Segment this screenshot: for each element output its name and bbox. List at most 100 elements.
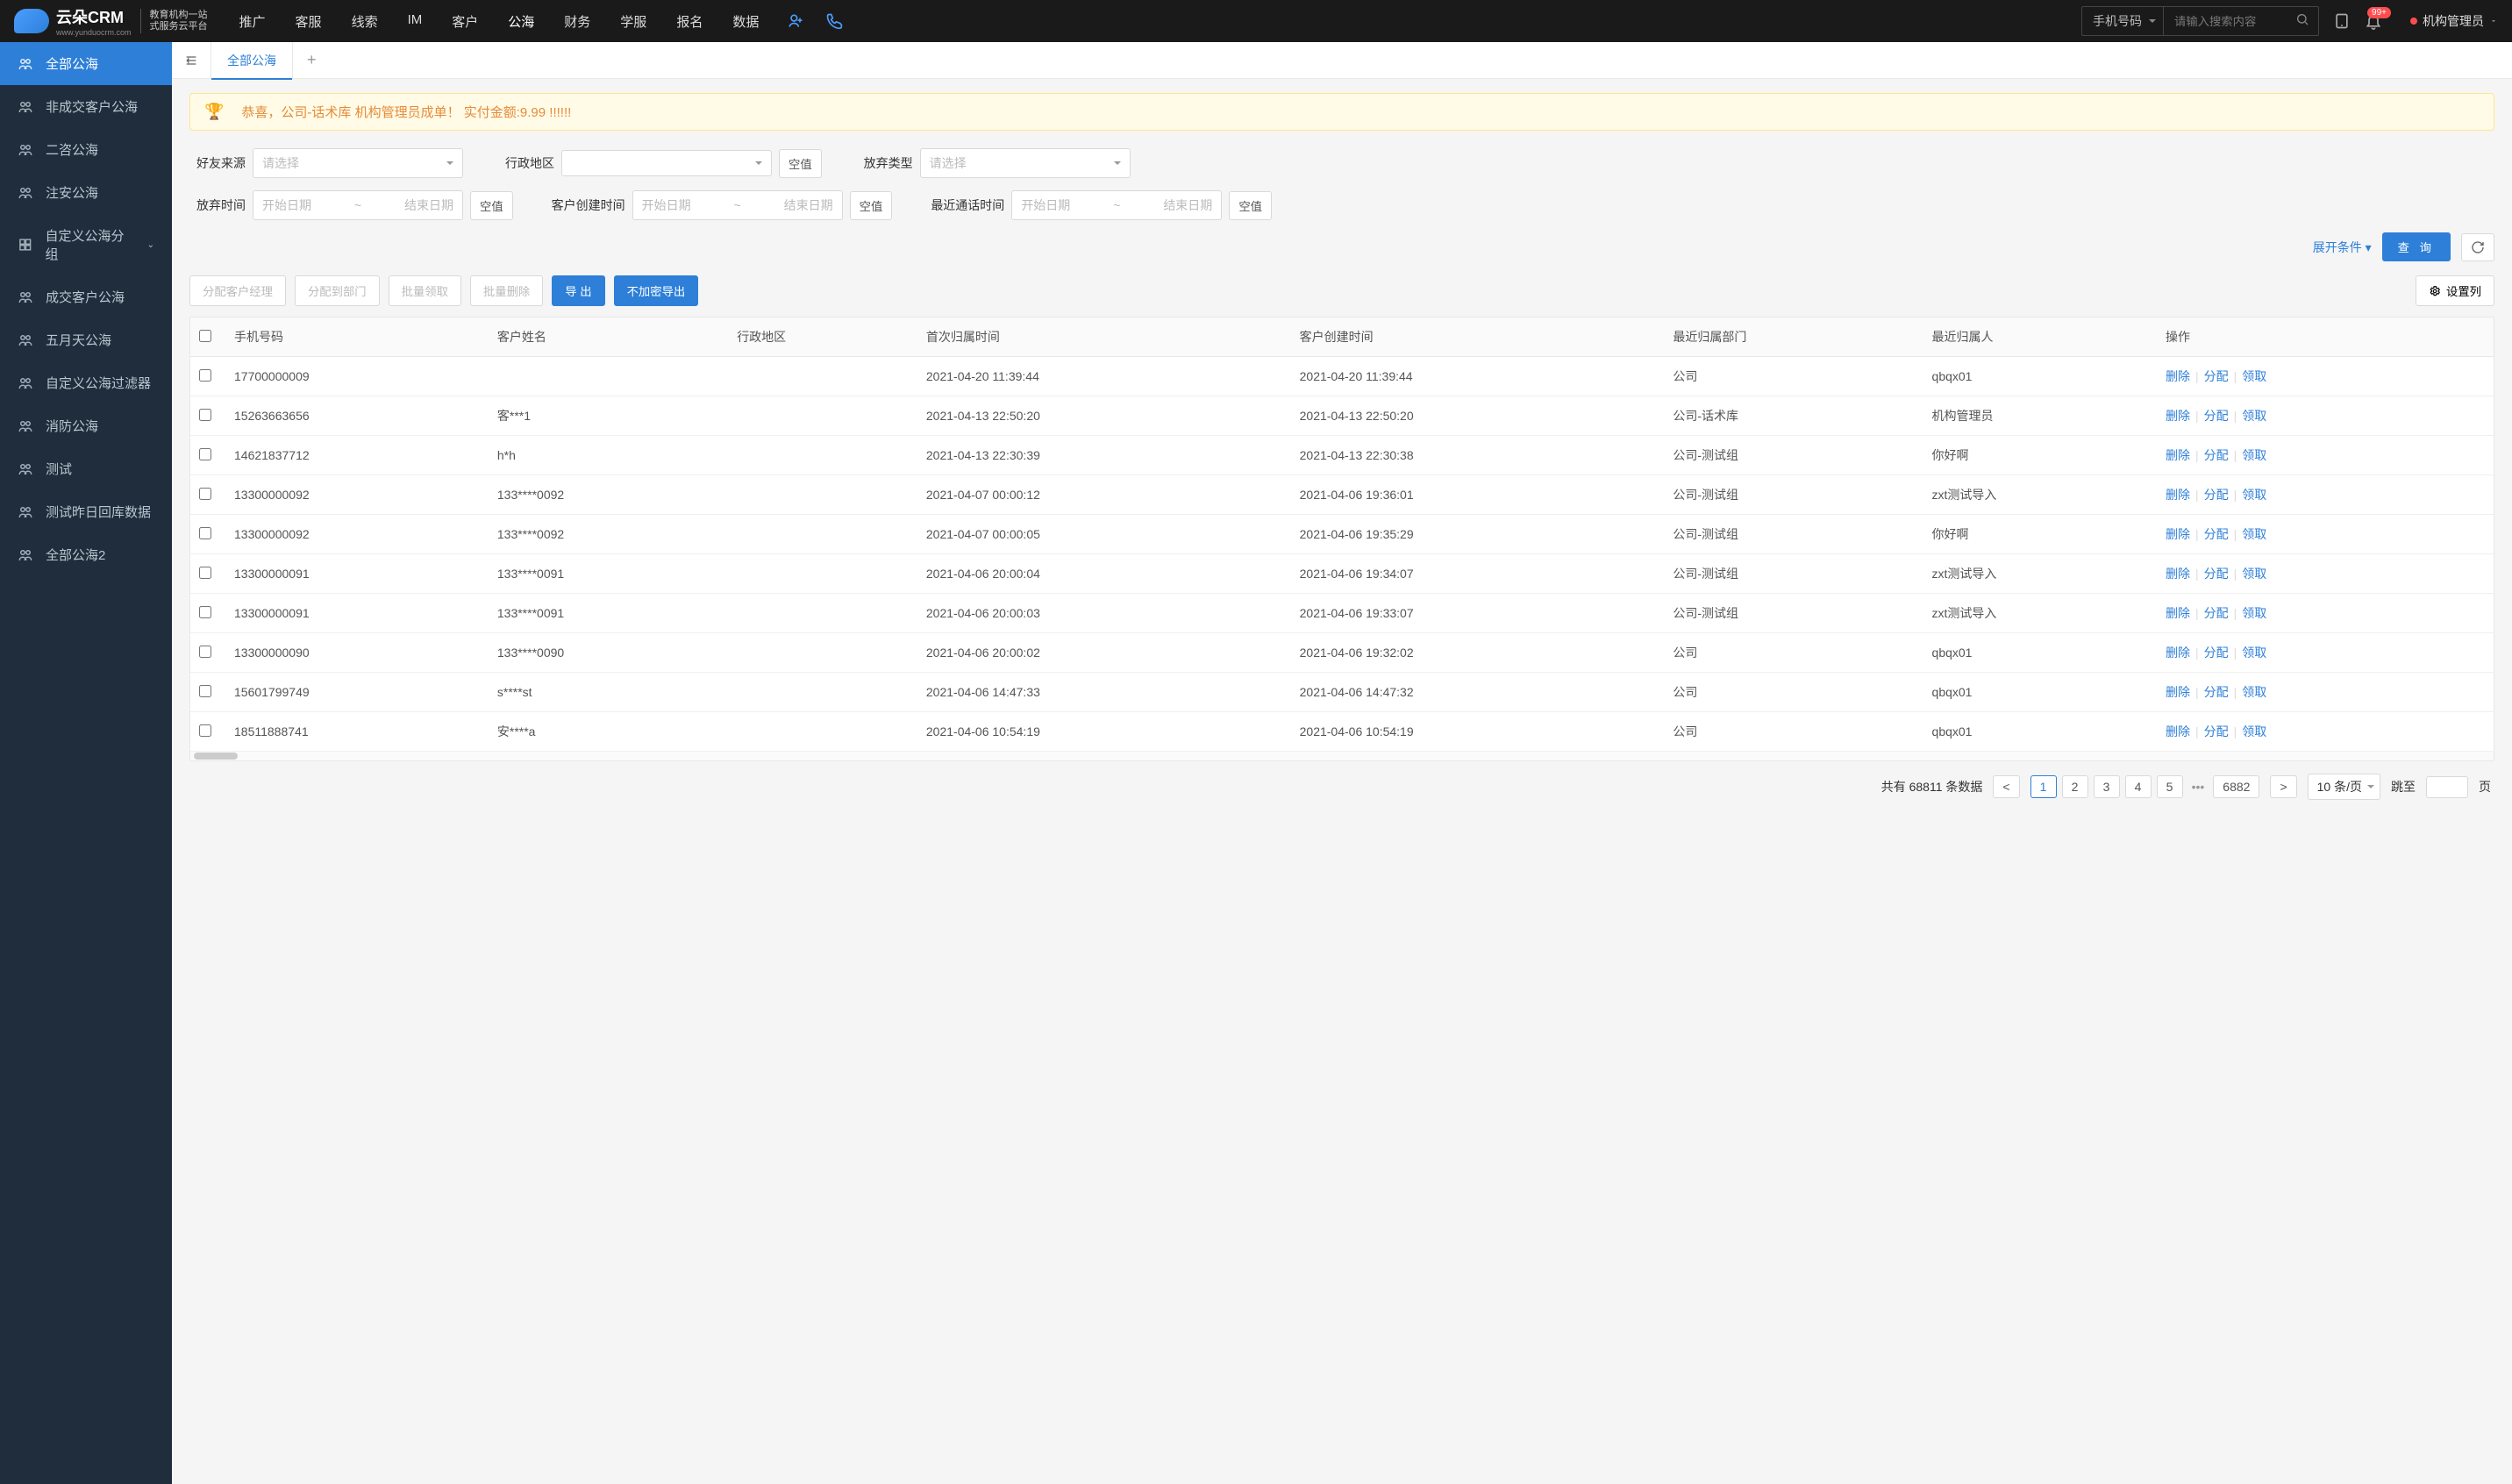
- batch-claim-button[interactable]: 批量领取: [389, 275, 461, 306]
- row-checkbox[interactable]: [199, 369, 211, 382]
- page-4[interactable]: 4: [2125, 775, 2152, 798]
- nav-item-0[interactable]: 推广: [225, 0, 280, 43]
- prev-page[interactable]: <: [1993, 775, 2019, 798]
- logo[interactable]: 云朵CRM www.yunduocrm.com 教育机构一站式服务云平台: [14, 5, 208, 37]
- assign-link[interactable]: 分配: [2204, 724, 2229, 738]
- nav-item-6[interactable]: 财务: [550, 0, 604, 43]
- sidebar-item-6[interactable]: 五月天公海: [0, 318, 172, 361]
- jump-input[interactable]: [2426, 776, 2468, 798]
- nav-item-4[interactable]: 客户: [438, 0, 492, 43]
- page-3[interactable]: 3: [2094, 775, 2120, 798]
- delete-link[interactable]: 删除: [2166, 369, 2190, 383]
- search-input[interactable]: [2164, 7, 2287, 35]
- assign-link[interactable]: 分配: [2204, 685, 2229, 699]
- add-user-icon[interactable]: [780, 5, 811, 37]
- sidebar-item-10[interactable]: 测试昨日回库数据: [0, 490, 172, 533]
- sidebar-item-9[interactable]: 测试: [0, 447, 172, 490]
- batch-delete-button[interactable]: 批量删除: [470, 275, 543, 306]
- nav-item-5[interactable]: 公海: [494, 0, 548, 43]
- export-plain-button[interactable]: 不加密导出: [614, 275, 699, 306]
- sidebar-item-2[interactable]: 二咨公海: [0, 128, 172, 171]
- page-last[interactable]: 6882: [2213, 775, 2259, 798]
- row-checkbox[interactable]: [199, 646, 211, 658]
- search-type-select[interactable]: 手机号码: [2082, 7, 2164, 35]
- sidebar-item-1[interactable]: 非成交客户公海: [0, 85, 172, 128]
- assign-link[interactable]: 分配: [2204, 567, 2229, 581]
- sidebar-item-5[interactable]: 成交客户公海: [0, 275, 172, 318]
- claim-link[interactable]: 领取: [2242, 724, 2266, 738]
- sidebar-item-0[interactable]: 全部公海: [0, 42, 172, 85]
- row-checkbox[interactable]: [199, 567, 211, 579]
- claim-link[interactable]: 领取: [2242, 567, 2266, 581]
- delete-link[interactable]: 删除: [2166, 488, 2190, 502]
- region-null-button[interactable]: 空值: [779, 149, 822, 178]
- expand-filters-link[interactable]: 展开条件 ▾: [2313, 239, 2372, 256]
- nav-item-2[interactable]: 线索: [338, 0, 392, 43]
- assign-link[interactable]: 分配: [2204, 527, 2229, 541]
- abandon-time-null-button[interactable]: 空值: [470, 191, 513, 220]
- filter-region-select[interactable]: .: [561, 150, 772, 176]
- row-checkbox[interactable]: [199, 527, 211, 539]
- claim-link[interactable]: 领取: [2242, 488, 2266, 502]
- page-size-select[interactable]: 10 条/页: [2308, 774, 2380, 800]
- delete-link[interactable]: 删除: [2166, 606, 2190, 620]
- assign-link[interactable]: 分配: [2204, 646, 2229, 660]
- page-1[interactable]: 1: [2030, 775, 2057, 798]
- page-5[interactable]: 5: [2157, 775, 2183, 798]
- nav-item-1[interactable]: 客服: [282, 0, 336, 43]
- assign-link[interactable]: 分配: [2204, 448, 2229, 462]
- assign-link[interactable]: 分配: [2204, 606, 2229, 620]
- page-ellipsis[interactable]: •••: [2188, 780, 2209, 794]
- claim-link[interactable]: 领取: [2242, 606, 2266, 620]
- phone-icon[interactable]: [818, 5, 850, 37]
- tab-collapse-icon[interactable]: [172, 54, 211, 68]
- claim-link[interactable]: 领取: [2242, 369, 2266, 383]
- nav-item-9[interactable]: 数据: [718, 0, 773, 43]
- export-button[interactable]: 导 出: [552, 275, 604, 306]
- sidebar-item-8[interactable]: 消防公海: [0, 404, 172, 447]
- column-settings-button[interactable]: 设置列: [2416, 275, 2494, 306]
- create-time-null-button[interactable]: 空值: [850, 191, 893, 220]
- delete-link[interactable]: 删除: [2166, 409, 2190, 423]
- tab-all-sea[interactable]: 全部公海: [211, 42, 293, 79]
- delete-link[interactable]: 删除: [2166, 527, 2190, 541]
- query-button[interactable]: 查 询: [2382, 232, 2451, 261]
- page-2[interactable]: 2: [2062, 775, 2088, 798]
- delete-link[interactable]: 删除: [2166, 724, 2190, 738]
- user-menu[interactable]: 机构管理员: [2410, 12, 2498, 30]
- filter-source-select[interactable]: 请选择: [253, 148, 463, 178]
- delete-link[interactable]: 删除: [2166, 646, 2190, 660]
- sidebar-item-7[interactable]: 自定义公海过滤器: [0, 361, 172, 404]
- assign-manager-button[interactable]: 分配客户经理: [189, 275, 286, 306]
- nav-item-3[interactable]: IM: [394, 0, 437, 43]
- row-checkbox[interactable]: [199, 448, 211, 460]
- filter-create-time-range[interactable]: 开始日期~结束日期: [632, 190, 843, 220]
- assign-dept-button[interactable]: 分配到部门: [295, 275, 380, 306]
- sidebar-item-3[interactable]: 注安公海: [0, 171, 172, 214]
- sidebar-item-11[interactable]: 全部公海2: [0, 533, 172, 576]
- claim-link[interactable]: 领取: [2242, 448, 2266, 462]
- row-checkbox[interactable]: [199, 488, 211, 500]
- row-checkbox[interactable]: [199, 724, 211, 737]
- filter-call-time-range[interactable]: 开始日期~结束日期: [1011, 190, 1222, 220]
- reset-button[interactable]: [2461, 233, 2494, 261]
- search-button[interactable]: [2287, 7, 2318, 35]
- nav-item-7[interactable]: 学服: [606, 0, 660, 43]
- call-time-null-button[interactable]: 空值: [1229, 191, 1272, 220]
- next-page[interactable]: >: [2270, 775, 2296, 798]
- filter-abandon-type-select[interactable]: 请选择: [920, 148, 1131, 178]
- bell-icon[interactable]: 99+: [2365, 12, 2382, 30]
- claim-link[interactable]: 领取: [2242, 527, 2266, 541]
- row-checkbox[interactable]: [199, 685, 211, 697]
- row-checkbox[interactable]: [199, 606, 211, 618]
- tab-add[interactable]: +: [293, 51, 331, 69]
- claim-link[interactable]: 领取: [2242, 685, 2266, 699]
- assign-link[interactable]: 分配: [2204, 488, 2229, 502]
- sidebar-item-4[interactable]: 自定义公海分组⌄: [0, 214, 172, 275]
- assign-link[interactable]: 分配: [2204, 369, 2229, 383]
- tablet-icon[interactable]: [2333, 12, 2351, 30]
- row-checkbox[interactable]: [199, 409, 211, 421]
- delete-link[interactable]: 删除: [2166, 685, 2190, 699]
- claim-link[interactable]: 领取: [2242, 646, 2266, 660]
- nav-item-8[interactable]: 报名: [662, 0, 717, 43]
